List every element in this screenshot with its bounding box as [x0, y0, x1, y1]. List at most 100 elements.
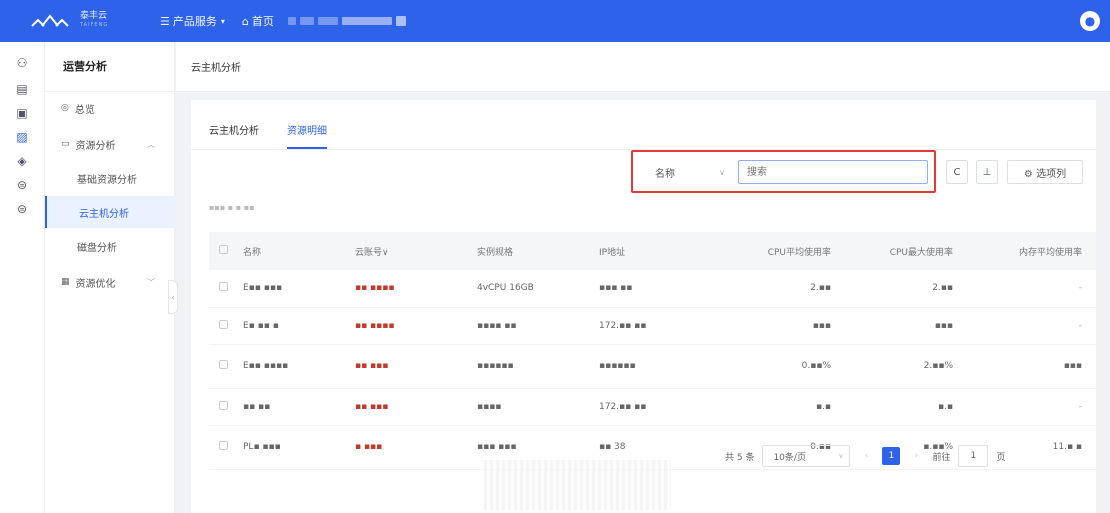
chevron-up-icon: ︿	[147, 139, 155, 149]
logo-mark-icon	[31, 14, 69, 27]
shield-icon[interactable]: ◈	[15, 154, 29, 168]
monitor-icon[interactable]: ▨	[15, 130, 29, 144]
optimization-icon: ▦	[61, 277, 70, 287]
cell-name[interactable]: ▪▪ ▪▪	[243, 388, 355, 426]
row-select-cell	[209, 307, 243, 345]
cell-spec: ▪▪▪▪▪▪	[477, 344, 599, 389]
cell-name[interactable]: E▪ ▪▪ ▪	[243, 307, 355, 345]
cell-name[interactable]: E▪▪ ▪▪▪	[243, 270, 355, 308]
table-row[interactable]: E▪ ▪▪ ▪ ▪▪ ▪▪▪▪ ▪▪▪▪ ▪▪ 172.▪▪ ▪▪ ▪▪▪ ▪▪…	[209, 307, 1096, 345]
sidebar-title: 运营分析	[45, 42, 174, 92]
sidebar: 运营分析 ◎ 总览 ▭ 资源分析 ︿ 基础资源分析 云主机分析 磁盘分析 ▦ 资…	[45, 42, 175, 513]
page-size-select[interactable]: 10条/页 ∨	[762, 445, 851, 467]
column-header[interactable]: CPU最大使用率	[845, 232, 967, 270]
cell-account: ▪▪ ▪▪▪▪	[355, 270, 477, 308]
sidebar-item-label: 资源分析	[75, 140, 116, 152]
cell-account: ▪ ▪▪▪	[355, 425, 477, 470]
column-header[interactable]: 内存平均使用率	[967, 232, 1096, 270]
home-link-label: 首页	[251, 15, 274, 28]
sidebar-item-optimization[interactable]: ▦ 资源优化 ﹀	[45, 266, 175, 298]
column-header[interactable]: IP地址	[599, 232, 719, 270]
next-page-button[interactable]: ›	[908, 451, 924, 461]
cell-name[interactable]: E▪▪ ▪▪▪▪	[243, 344, 355, 389]
brand-logo[interactable]: 泰丰云 TAIFENG	[30, 12, 160, 30]
breadcrumb: 云主机分析	[176, 42, 1110, 92]
sidebar-item-label: 基础资源分析	[77, 174, 137, 186]
row-checkbox[interactable]	[219, 319, 228, 329]
document-icon[interactable]: ▣	[15, 106, 29, 120]
tab-cloud-host-analysis[interactable]: 云主机分析	[209, 122, 259, 149]
page-unit-label: 页	[996, 452, 1006, 463]
column-options-button[interactable]: ⚙ 选项列	[1007, 160, 1083, 184]
row-checkbox[interactable]	[219, 441, 228, 450]
brand-name-cn: 泰丰云	[80, 11, 108, 21]
table-row[interactable]: E▪▪ ▪▪▪ ▪▪ ▪▪▪▪ 4vCPU 16GB ▪▪▪ ▪▪ 2.▪▪ 2…	[209, 270, 1096, 308]
chevron-down-icon: ∨	[838, 452, 844, 460]
cell-name[interactable]: PL▪ ▪▪▪	[243, 425, 355, 470]
table-header-row: 名称 云账号∨ 实例规格 IP地址 CPU平均使用率 CPU最大使用率 内存平均…	[209, 232, 1096, 270]
brand-name: 泰丰云 TAIFENG	[80, 12, 108, 30]
search-filter-highlight: 名称 ∨	[631, 150, 936, 193]
cell-cpu-avg: 2.▪▪	[719, 270, 845, 308]
user-avatar[interactable]: ●	[1080, 11, 1100, 31]
sidebar-collapse-toggle[interactable]: ‹	[168, 280, 178, 314]
database-icon[interactable]: ⊜	[15, 178, 29, 192]
goto-page-input[interactable]: 1	[958, 445, 989, 467]
table-row[interactable]: ▪▪ ▪▪ ▪▪ ▪▪▪ ▪▪▪▪ 172.▪▪ ▪▪ ▪.▪ ▪.▪ -	[209, 388, 1096, 426]
product-menu[interactable]: ☰ 产品服务 ▾	[160, 13, 228, 29]
brand-name-en: TAIFENG	[80, 22, 109, 28]
select-all-cell	[209, 232, 243, 270]
cell-mem-avg: -	[967, 270, 1096, 308]
page-size-value: 10条/页	[773, 452, 806, 463]
sidebar-item-label: 云主机分析	[79, 208, 129, 220]
sidebar-item-basic-resource[interactable]: 基础资源分析	[45, 162, 175, 194]
row-checkbox[interactable]	[219, 400, 228, 410]
sidebar-item-disk[interactable]: 磁盘分析	[45, 230, 175, 262]
page-number-current[interactable]: 1	[882, 447, 901, 465]
cell-cpu-avg: ▪.▪	[719, 388, 845, 426]
top-nav: ☰ 产品服务 ▾ ⌂ 首页	[160, 13, 406, 29]
breadcrumb-current: 云主机分析	[191, 63, 241, 74]
home-icon: ⌂	[241, 14, 249, 28]
chevron-down-icon: ∨	[719, 167, 725, 177]
sidebar-item-overview[interactable]: ◎ 总览	[45, 92, 175, 124]
column-header[interactable]: 云账号∨	[355, 232, 477, 270]
row-checkbox[interactable]	[219, 282, 228, 292]
table-row[interactable]: E▪▪ ▪▪▪▪ ▪▪ ▪▪▪ ▪▪▪▪▪▪ ▪▪▪▪▪▪ 0.▪▪% 2.▪▪…	[209, 344, 1096, 389]
sidebar-item-resource-analysis[interactable]: ▭ 资源分析 ︿	[45, 128, 175, 160]
database-alt-icon[interactable]: ⊜	[15, 202, 29, 216]
tab-bar: 云主机分析 资源明细	[209, 122, 327, 149]
sidebar-item-cloud-host[interactable]: 云主机分析	[45, 196, 175, 228]
chevron-down-icon: ﹀	[147, 277, 155, 287]
redacted-hint-text: ▪▪▪ ▪ ▪ ▪▪	[209, 203, 255, 212]
icon-rail: ⚇ ▤ ▣ ▨ ◈ ⊜ ⊜	[0, 42, 45, 513]
search-input[interactable]	[738, 160, 928, 184]
resource-table: 名称 云账号∨ 实例规格 IP地址 CPU平均使用率 CPU最大使用率 内存平均…	[209, 232, 1096, 470]
sidebar-item-label: 磁盘分析	[77, 242, 117, 254]
cell-account: ▪▪ ▪▪▪	[355, 388, 477, 426]
column-header[interactable]: 实例规格	[477, 232, 599, 270]
row-checkbox[interactable]	[219, 360, 228, 369]
cell-account: ▪▪ ▪▪▪▪	[355, 307, 477, 345]
column-header[interactable]: CPU平均使用率	[719, 232, 845, 270]
column-header[interactable]: 名称	[243, 232, 355, 270]
cell-cpu-avg: 0.▪▪%	[719, 344, 845, 389]
search-field-select[interactable]: 名称 ∨	[647, 161, 729, 183]
cell-ip: 172.▪▪ ▪▪	[599, 307, 719, 345]
column-options-label: ⚙ 选项列	[1023, 168, 1067, 180]
users-icon[interactable]: ⚇	[15, 56, 29, 70]
cell-cpu-max: 2.▪▪%	[845, 344, 967, 389]
menu-icon: ☰	[160, 14, 170, 28]
download-button[interactable]: ⊥	[976, 160, 998, 184]
cell-account: ▪▪ ▪▪▪	[355, 344, 477, 389]
refresh-button[interactable]: C	[946, 160, 968, 184]
select-all-checkbox[interactable]	[219, 245, 228, 254]
prev-page-button[interactable]: ‹	[858, 451, 874, 461]
server-icon[interactable]: ▤	[15, 82, 29, 96]
row-select-cell	[209, 425, 243, 470]
cell-ip: ▪▪▪▪▪▪	[599, 344, 719, 389]
tab-resource-details[interactable]: 资源明细	[287, 122, 327, 149]
top-navigation-bar: 泰丰云 TAIFENG ☰ 产品服务 ▾ ⌂ 首页 ●	[0, 0, 1110, 42]
refresh-icon: C	[953, 166, 961, 178]
home-link[interactable]: ⌂ 首页	[242, 13, 274, 29]
